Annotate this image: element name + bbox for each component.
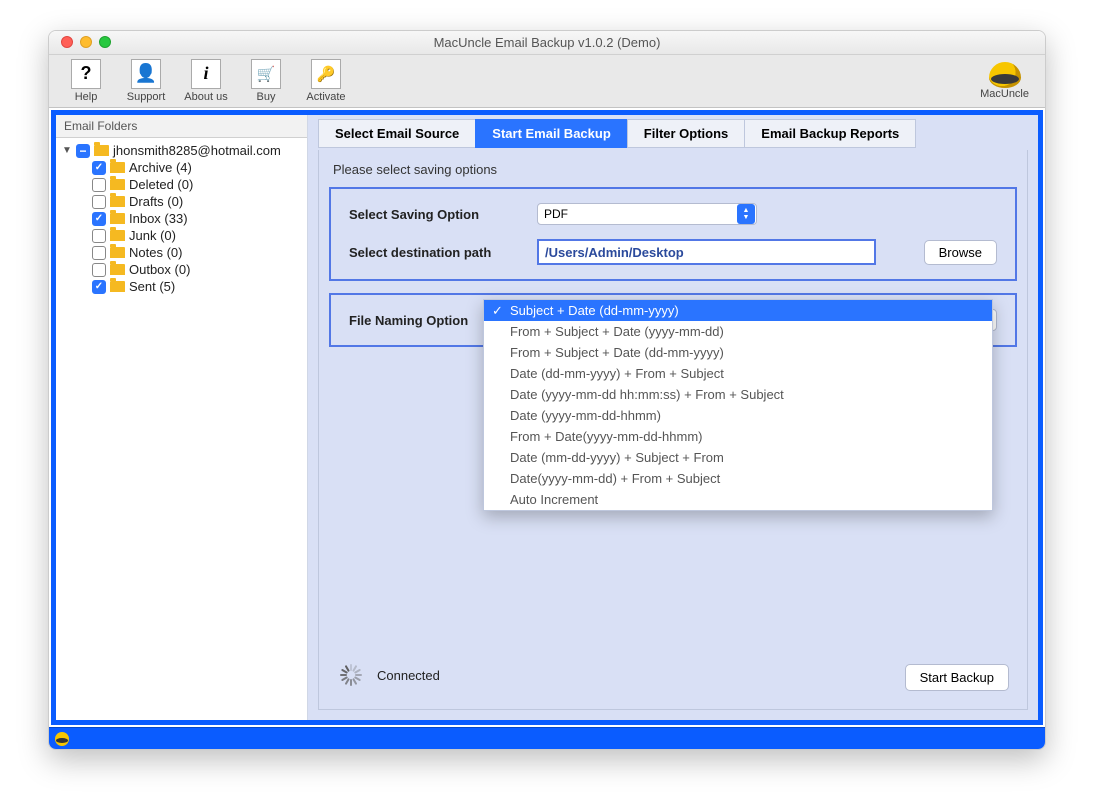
naming-label: File Naming Option	[349, 313, 489, 328]
main-content: Please select saving options Select Savi…	[318, 150, 1028, 710]
toolbar-label: Help	[75, 91, 98, 103]
folder-row[interactable]: Drafts (0)	[56, 193, 307, 210]
tabs: Select Email Source Start Email Backup F…	[318, 119, 1028, 148]
section-intro: Please select saving options	[329, 158, 1017, 187]
sidebar: Email Folders ▼ jhonsmith8285@hotmail.co…	[56, 115, 308, 720]
help-button[interactable]: ? Help	[59, 59, 113, 103]
folder-icon	[110, 230, 125, 241]
tab-select-source[interactable]: Select Email Source	[318, 119, 476, 148]
saving-option-label: Select Saving Option	[349, 207, 519, 222]
folder-icon	[110, 264, 125, 275]
folder-checkbox[interactable]	[92, 195, 106, 209]
folder-icon	[110, 247, 125, 258]
folder-checkbox[interactable]	[92, 246, 106, 260]
naming-option[interactable]: Subject + Date (dd-mm-yyyy)	[484, 300, 992, 321]
folder-checkbox[interactable]	[92, 161, 106, 175]
start-backup-button[interactable]: Start Backup	[905, 664, 1009, 691]
key-icon: 🔑	[311, 59, 341, 89]
buy-button[interactable]: 🛒 Buy	[239, 59, 293, 103]
folder-row[interactable]: Notes (0)	[56, 244, 307, 261]
folder-checkbox[interactable]	[92, 212, 106, 226]
folder-checkbox[interactable]	[92, 229, 106, 243]
saving-group: Select Saving Option PDF ▲▼ Select desti…	[329, 187, 1017, 281]
disclosure-icon[interactable]: ▼	[62, 145, 72, 156]
toolbar-label: Activate	[306, 91, 345, 103]
folder-icon	[94, 145, 109, 156]
sidebar-header: Email Folders	[56, 115, 307, 138]
brand: MacUncle	[980, 62, 1029, 100]
naming-option[interactable]: From + Subject + Date (dd-mm-yyyy)	[484, 342, 992, 363]
toolbar-label: Buy	[257, 91, 276, 103]
folder-row[interactable]: Junk (0)	[56, 227, 307, 244]
folder-checkbox[interactable]	[92, 178, 106, 192]
status-text: Connected	[377, 668, 440, 683]
tab-filter-options[interactable]: Filter Options	[627, 119, 746, 148]
titlebar: MacUncle Email Backup v1.0.2 (Demo)	[49, 31, 1045, 55]
naming-option[interactable]: Auto Increment	[484, 489, 992, 510]
naming-option[interactable]: From + Date(yyyy-mm-dd-hhmm)	[484, 426, 992, 447]
folder-tree: ▼ jhonsmith8285@hotmail.com Archive (4) D…	[56, 138, 307, 299]
naming-option[interactable]: Date (dd-mm-yyyy) + From + Subject	[484, 363, 992, 384]
activate-button[interactable]: 🔑 Activate	[299, 59, 353, 103]
saving-option-value: PDF	[544, 207, 568, 221]
toolbar-label: Support	[127, 91, 166, 103]
folder-row[interactable]: Inbox (33)	[56, 210, 307, 227]
folder-label: Drafts (0)	[129, 194, 183, 209]
naming-group: File Naming Option Subject + Date (dd-mm…	[329, 293, 1017, 347]
content-frame: Email Folders ▼ jhonsmith8285@hotmail.co…	[51, 110, 1043, 725]
naming-option[interactable]: Date (yyyy-mm-dd-hhmm)	[484, 405, 992, 426]
tab-start-backup[interactable]: Start Email Backup	[475, 119, 628, 148]
brand-small-icon	[55, 732, 69, 746]
toolbar: ? Help 👤 Support i About us 🛒 Buy 🔑 Acti…	[49, 55, 1045, 108]
naming-option[interactable]: Date(yyyy-mm-dd) + From + Subject	[484, 468, 992, 489]
folder-label: Archive (4)	[129, 160, 192, 175]
folder-row[interactable]: Outbox (0)	[56, 261, 307, 278]
support-icon: 👤	[131, 59, 161, 89]
folder-checkbox[interactable]	[92, 280, 106, 294]
tab-backup-reports[interactable]: Email Backup Reports	[744, 119, 916, 148]
app-window: MacUncle Email Backup v1.0.2 (Demo) ? He…	[48, 30, 1046, 750]
brand-icon	[989, 62, 1021, 88]
folder-checkbox[interactable]	[92, 263, 106, 277]
folder-label: Inbox (33)	[129, 211, 188, 226]
spinner-icon	[339, 663, 363, 687]
saving-option-select[interactable]: PDF ▲▼	[537, 203, 757, 225]
account-label: jhonsmith8285@hotmail.com	[113, 143, 281, 158]
folder-icon	[110, 162, 125, 173]
cart-icon: 🛒	[251, 59, 281, 89]
destination-label: Select destination path	[349, 245, 519, 260]
folder-icon	[110, 196, 125, 207]
toolbar-label: About us	[184, 91, 227, 103]
folder-row[interactable]: Archive (4)	[56, 159, 307, 176]
folder-row[interactable]: Sent (5)	[56, 278, 307, 295]
naming-option[interactable]: Date (yyyy-mm-dd hh:mm:ss) + From + Subj…	[484, 384, 992, 405]
folder-label: Deleted (0)	[129, 177, 193, 192]
bottom-bar	[49, 727, 1045, 749]
status-row: Connected	[339, 663, 440, 687]
folder-icon	[110, 213, 125, 224]
folder-label: Notes (0)	[129, 245, 182, 260]
chevron-updown-icon: ▲▼	[737, 204, 755, 224]
naming-dropdown[interactable]: Subject + Date (dd-mm-yyyy)From + Subjec…	[483, 299, 993, 511]
folder-icon	[110, 281, 125, 292]
help-icon: ?	[71, 59, 101, 89]
folder-icon	[110, 179, 125, 190]
main-panel: Select Email Source Start Email Backup F…	[308, 115, 1038, 720]
folder-label: Sent (5)	[129, 279, 175, 294]
info-icon: i	[191, 59, 221, 89]
folder-label: Junk (0)	[129, 228, 176, 243]
brand-label: MacUncle	[980, 88, 1029, 100]
folder-row[interactable]: Deleted (0)	[56, 176, 307, 193]
body-area: Email Folders ▼ jhonsmith8285@hotmail.co…	[49, 108, 1045, 749]
destination-input[interactable]	[537, 239, 876, 265]
about-button[interactable]: i About us	[179, 59, 233, 103]
support-button[interactable]: 👤 Support	[119, 59, 173, 103]
naming-option[interactable]: Date (mm-dd-yyyy) + Subject + From	[484, 447, 992, 468]
naming-option[interactable]: From + Subject + Date (yyyy-mm-dd)	[484, 321, 992, 342]
tree-account-row[interactable]: ▼ jhonsmith8285@hotmail.com	[56, 142, 307, 159]
window-title: MacUncle Email Backup v1.0.2 (Demo)	[49, 35, 1045, 50]
browse-button[interactable]: Browse	[924, 240, 997, 265]
folder-label: Outbox (0)	[129, 262, 190, 277]
account-checkbox[interactable]	[76, 144, 90, 158]
